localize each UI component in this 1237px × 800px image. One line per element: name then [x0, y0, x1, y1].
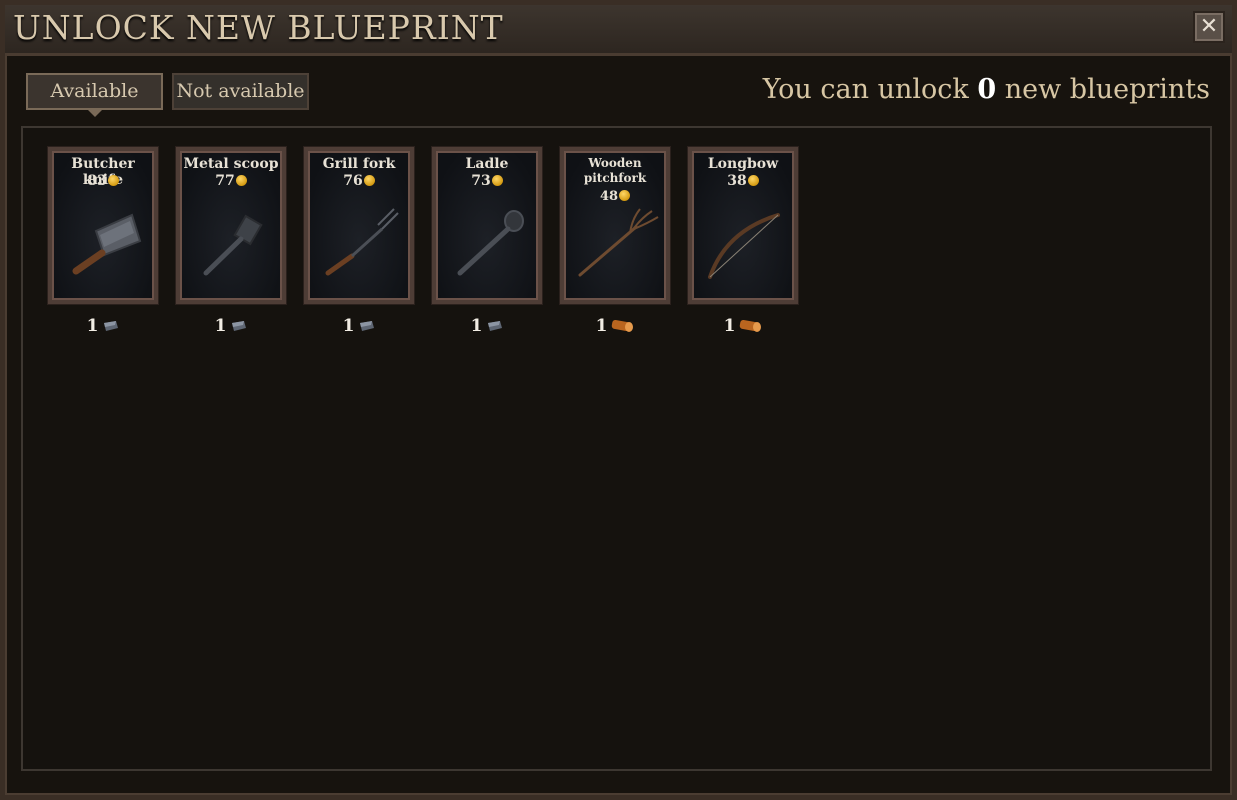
close-button[interactable]: ✕ — [1193, 11, 1225, 43]
iron-ingot-icon — [488, 321, 503, 331]
blueprint-name: Metal scoop — [183, 156, 279, 172]
fork-icon — [325, 208, 399, 276]
blueprint-cost: 1 — [176, 316, 286, 336]
pitchfork-icon — [578, 208, 659, 277]
blueprint-card-grill-fork[interactable]: Grill fork 76 — [304, 147, 414, 304]
blueprint-card-butcher-knife[interactable]: Butcher knife 83 — [48, 147, 158, 304]
blueprint-card-longbow[interactable]: Longbow 38 — [688, 147, 798, 304]
tab-not-available[interactable]: Not available — [172, 73, 309, 110]
wood-log-icon — [740, 319, 762, 332]
unlock-count: 0 — [977, 74, 997, 105]
close-icon: ✕ — [1199, 14, 1219, 39]
blueprint-price: 83 — [52, 173, 154, 189]
unlock-suffix: new blueprints — [1004, 74, 1210, 105]
blueprint-card-wooden-pitchfork[interactable]: Wooden pitchfork 48 — [560, 147, 670, 304]
iron-ingot-icon — [104, 321, 119, 331]
blueprint-price: 77 — [180, 173, 282, 189]
iron-ingot-icon — [232, 321, 247, 331]
unlock-prefix: You can unlock — [762, 74, 969, 105]
window-title: UNLOCK NEW BLUEPRINT — [13, 8, 504, 47]
blueprint-card-metal-scoop[interactable]: Metal scoop 77 — [176, 147, 286, 304]
bow-icon — [708, 213, 780, 279]
cleaver-icon — [72, 213, 142, 275]
wood-log-icon — [612, 319, 634, 332]
blueprint-cost: 1 — [304, 316, 414, 336]
gold-coin-icon — [491, 175, 503, 186]
gold-coin-icon — [235, 175, 247, 186]
blueprint-price: 73 — [436, 173, 538, 189]
gold-coin-icon — [363, 175, 375, 186]
title-bar: UNLOCK NEW BLUEPRINT ✕ — [5, 5, 1232, 56]
ladle-icon — [457, 210, 524, 276]
blueprint-cost: 1 — [560, 316, 670, 336]
blueprint-window: UNLOCK NEW BLUEPRINT ✕ Available Not ava… — [0, 0, 1237, 800]
gold-coin-icon — [107, 175, 119, 186]
unlock-counter: You can unlock 0 new blueprints — [763, 74, 1210, 105]
blueprint-name: Wooden pitchfork — [583, 156, 647, 185]
blueprint-cost: 1 — [432, 316, 542, 336]
blueprint-list-panel: Butcher knife 83 1 Metal scoop 77 1 Gril… — [21, 126, 1212, 771]
gold-coin-icon — [619, 190, 631, 201]
active-tab-indicator — [86, 109, 103, 117]
blueprint-name: Ladle — [465, 156, 509, 172]
blueprint-price: 76 — [308, 173, 410, 189]
tab-label: Available — [50, 80, 139, 102]
tab-available[interactable]: Available — [26, 73, 163, 117]
blueprint-name: Grill fork — [322, 156, 396, 172]
gold-coin-icon — [747, 175, 759, 186]
blueprint-price: 38 — [692, 173, 794, 189]
blueprint-card-ladle[interactable]: Ladle 73 — [432, 147, 542, 304]
iron-ingot-icon — [360, 321, 375, 331]
scoop-icon — [203, 214, 263, 276]
blueprint-name: Longbow — [707, 156, 779, 172]
tab-label: Not available — [176, 80, 305, 102]
blueprint-cost: 1 — [48, 316, 158, 336]
blueprint-cost: 1 — [688, 316, 798, 336]
